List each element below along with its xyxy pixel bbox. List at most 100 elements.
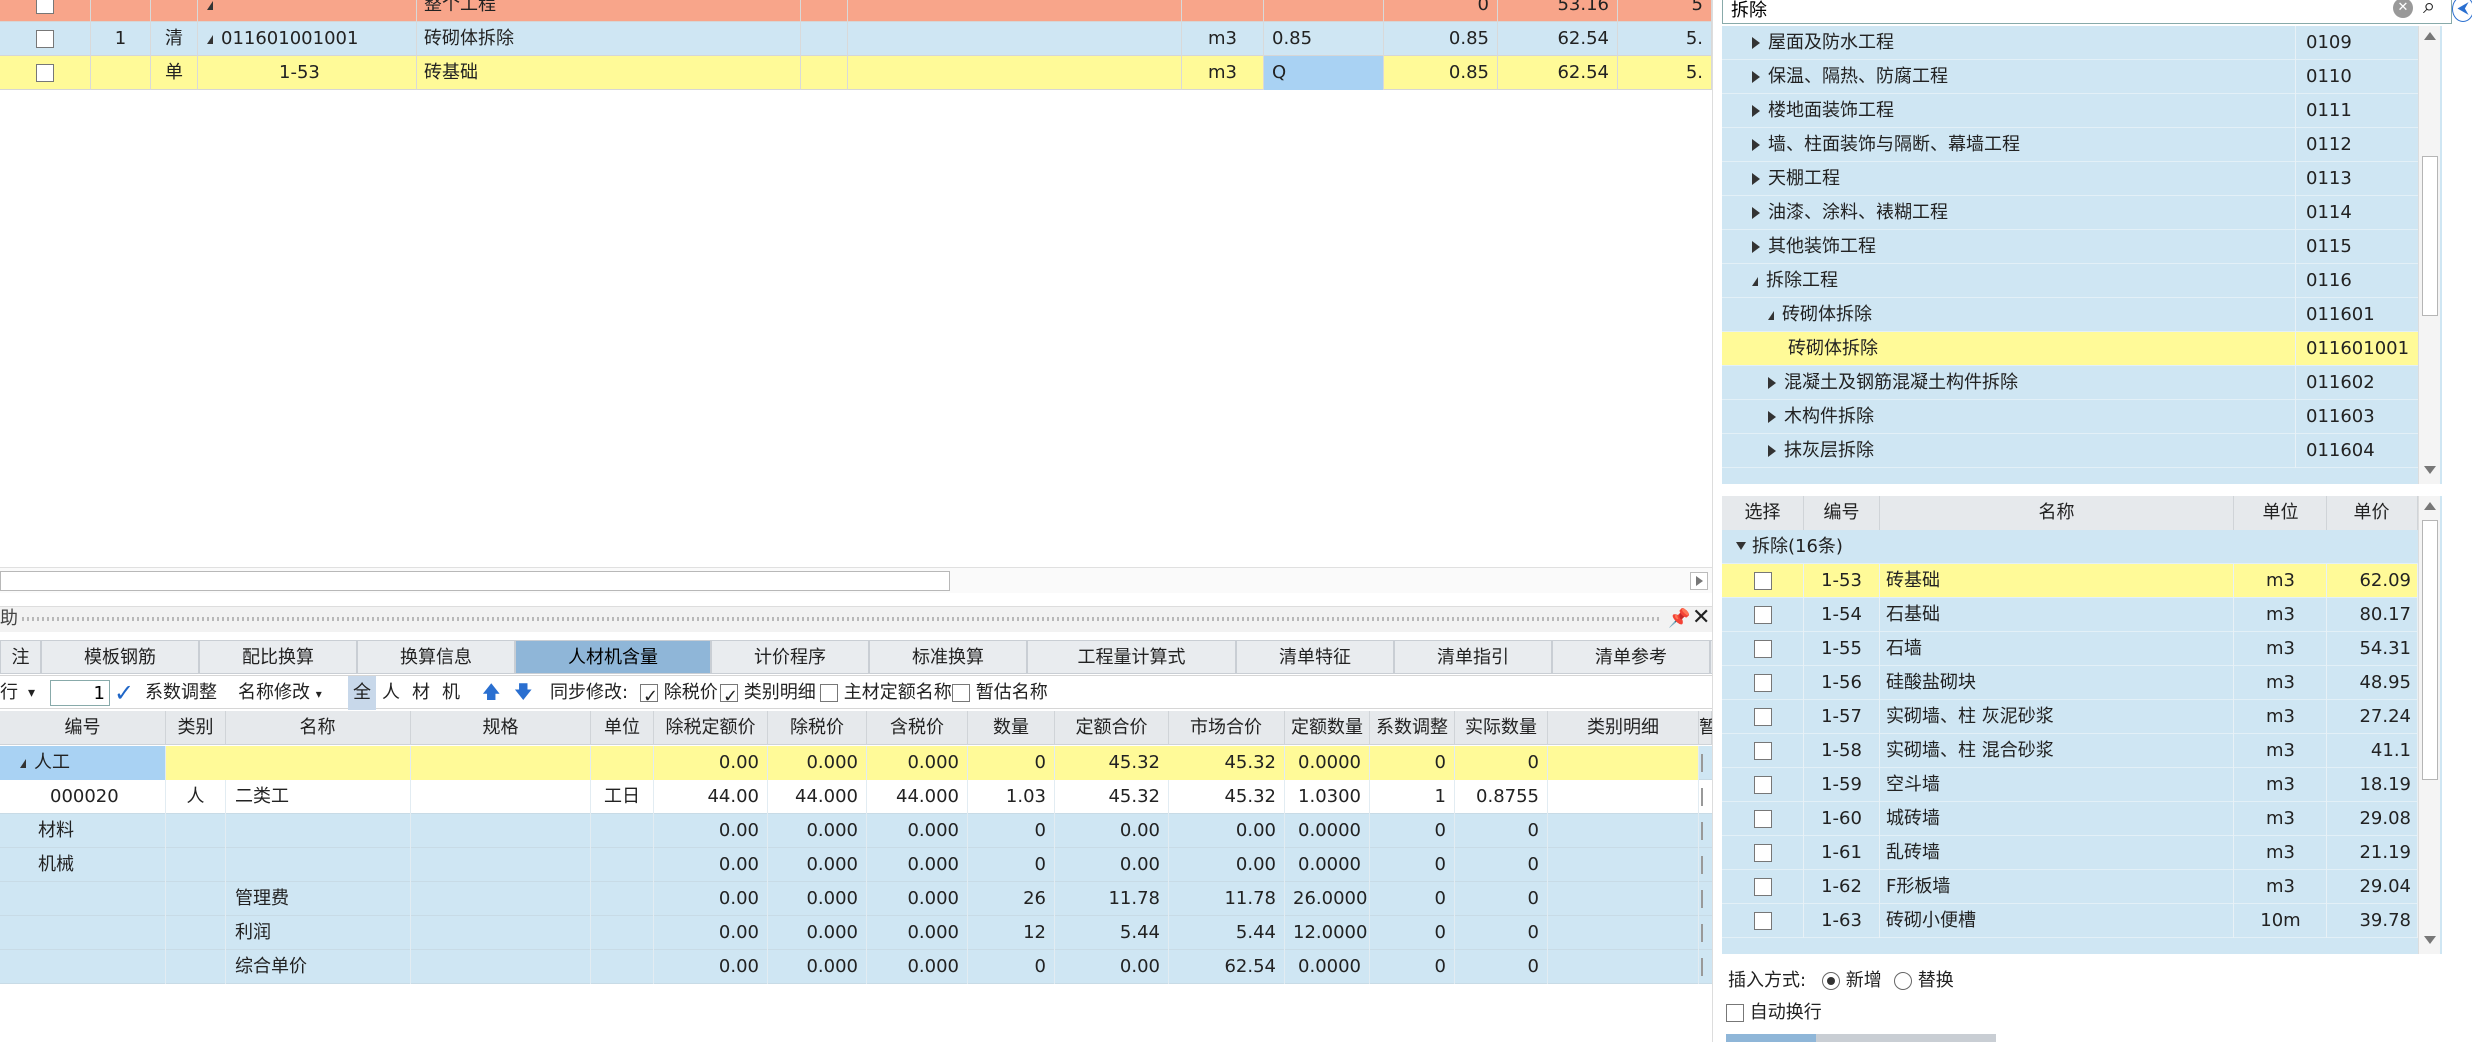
collapse-icon[interactable] [207,34,213,44]
top-cell-qty[interactable]: 0.85 [1384,22,1498,56]
top-cell-qty[interactable]: 0 [1384,0,1498,22]
tab-4[interactable]: 人材机含量 [515,640,711,674]
select-checkbox[interactable] [1753,844,1772,862]
scroll-right-icon[interactable] [1690,572,1708,590]
top-grid-row[interactable]: 单 1-53 砖基础 m3 Q 0.85 62.54 5. [0,56,1712,90]
top-cell-num[interactable] [91,56,151,90]
resource-row[interactable]: 管理费 0.00 0.000 0.000 26 11.78 11.78 26.0000 0 0 [0,882,1712,916]
select-checkbox[interactable] [1753,708,1772,726]
move-up-icon[interactable]: 🡅 [482,676,501,710]
resource-cell-t1[interactable]: 45.32 [1055,780,1169,814]
move-down-icon[interactable]: 🡇 [514,676,533,710]
resource-cell-p1[interactable]: 0.00 [654,848,768,882]
expand-icon[interactable] [1768,377,1776,389]
resource-cell-aq[interactable]: 0 [1455,882,1548,916]
top-cell-price[interactable]: 62.54 [1498,56,1618,90]
scroll-up-icon[interactable] [2424,502,2436,510]
select-checkbox[interactable] [1753,640,1772,658]
resource-row[interactable]: 综合单价 0.00 0.000 0.000 0 0.00 62.54 0.0000 0 0 [0,950,1712,984]
bottom-tab-active[interactable] [1726,1034,1816,1042]
resource-cell-dq[interactable]: 0.0000 [1285,814,1370,848]
horizontal-scroll-thumb[interactable] [0,571,950,591]
resource-cell-code[interactable] [0,882,166,916]
tab-0[interactable]: 注 [0,640,41,674]
top-cell-type[interactable] [151,0,198,22]
pin-icon[interactable]: 📌 [1668,607,1690,631]
resource-cell-spec[interactable] [411,916,591,950]
resource-cell-t1[interactable]: 0.00 [1055,950,1169,984]
row-checkbox[interactable] [36,30,54,48]
resource-cell-spec[interactable] [411,780,591,814]
select-checkbox[interactable] [1753,742,1772,760]
resource-row[interactable]: 机械 0.00 0.000 0.000 0 0.00 0.00 0.0000 0 0 [0,848,1712,882]
top-cell-total[interactable]: 5. [1617,22,1712,56]
resource-cell-p3[interactable]: 0.000 [867,916,968,950]
list-item[interactable]: 1-62 F形板墙 m3 29.04 [1722,870,2418,904]
col-header[interactable]: 单位 [591,711,654,745]
resource-cell-p2[interactable]: 0.000 [768,882,867,916]
tab-5[interactable]: 计价程序 [711,640,869,674]
list-scroll-thumb[interactable] [2422,520,2438,780]
list-item[interactable]: 1-59 空斗墙 m3 18.19 [1722,768,2418,802]
expand-icon[interactable] [1752,207,1760,219]
resource-cell-p3[interactable]: 0.000 [867,848,968,882]
resource-cell-coef[interactable]: 0 [1370,848,1455,882]
resource-cell-type[interactable] [166,814,226,848]
resource-cell-t1[interactable]: 11.78 [1055,882,1169,916]
resource-cell-unit[interactable] [591,814,654,848]
top-cell-name[interactable]: 砖基础 [416,56,801,90]
tab-2[interactable]: 配比换算 [199,640,357,674]
col-header[interactable]: 市场合价 [1168,711,1285,745]
top-cell-type[interactable]: 单 [151,56,198,90]
row-checkbox[interactable] [36,0,54,14]
resource-cell-dq[interactable]: 0.0000 [1285,746,1370,780]
quota-group-row[interactable]: 拆除(16条) [1722,530,2418,564]
resource-cell-coef[interactable]: 1 [1370,780,1455,814]
col-header[interactable]: 编号 [0,711,166,745]
resource-cell-p2[interactable]: 0.000 [768,848,867,882]
top-cell-unit[interactable]: m3 [1182,56,1264,90]
expand-icon[interactable] [1752,105,1760,117]
top-cell-chk[interactable] [0,22,91,56]
resource-row[interactable]: 人工 0.00 0.000 0.000 0 45.32 45.32 0.0000 0 0 [0,746,1712,780]
tree-item[interactable]: 混凝土及钢筋混凝土构件拆除 011602 [1722,366,2418,400]
resource-cell-p2[interactable]: 0.000 [768,746,867,780]
collapse-icon[interactable] [1768,310,1774,320]
top-cell-type[interactable]: 清 [151,22,198,56]
resource-cell-unit[interactable] [591,950,654,984]
resource-cell-p3[interactable]: 44.000 [867,780,968,814]
top-cell-e2[interactable] [848,56,1182,90]
row-spin-dropdown[interactable]: ▾ [28,676,35,710]
resource-cell-unit[interactable] [591,882,654,916]
col-header[interactable]: 系数调整 [1370,711,1455,745]
opt-category-checkbox[interactable]: 类别明细 [720,676,816,714]
resource-cell-dq[interactable]: 26.0000 [1285,882,1370,916]
tree-item[interactable]: 砖砌体拆除 011601001 [1722,332,2418,366]
tree-item[interactable]: 拆除工程 0116 [1722,264,2418,298]
resource-cell-qty[interactable]: 26 [968,882,1055,916]
col-header[interactable]: 定额合价 [1055,711,1169,745]
list-item[interactable]: 1-53 砖基础 m3 62.09 [1722,564,2418,598]
list-item[interactable]: 1-57 实砌墙、柱 灰泥砂浆 m3 27.24 [1722,700,2418,734]
col-header[interactable]: 规格 [411,711,591,745]
resource-cell-type[interactable] [166,916,226,950]
resource-cell-code[interactable]: 人工 [0,746,166,780]
list-item[interactable]: 1-54 石基础 m3 80.17 [1722,598,2418,632]
select-checkbox[interactable] [1753,572,1772,590]
filter-labor-button[interactable]: 人 [382,676,400,710]
tab-10[interactable]: 清单参考 [1552,640,1710,674]
resource-cell-t2[interactable]: 5.44 [1168,916,1285,950]
resource-cell-aq[interactable]: 0 [1455,916,1548,950]
tree-item[interactable]: 保温、隔热、防腐工程 0110 [1722,60,2418,94]
resource-cell-dq[interactable]: 1.0300 [1285,780,1370,814]
top-cell-code[interactable] [199,0,417,22]
expand-icon[interactable] [1768,411,1776,423]
list-item[interactable]: 1-58 实砌墙、柱 混合砂浆 m3 41.1 [1722,734,2418,768]
resource-cell-coef[interactable]: 0 [1370,950,1455,984]
resource-cell-unit[interactable] [591,916,654,950]
resource-cell-name[interactable] [225,814,411,848]
top-cell-num[interactable]: 1 [91,22,151,56]
scroll-down-icon[interactable] [2424,466,2436,474]
list-col-header[interactable]: 单位 [2235,496,2327,530]
resource-cell-p2[interactable]: 0.000 [768,950,867,984]
